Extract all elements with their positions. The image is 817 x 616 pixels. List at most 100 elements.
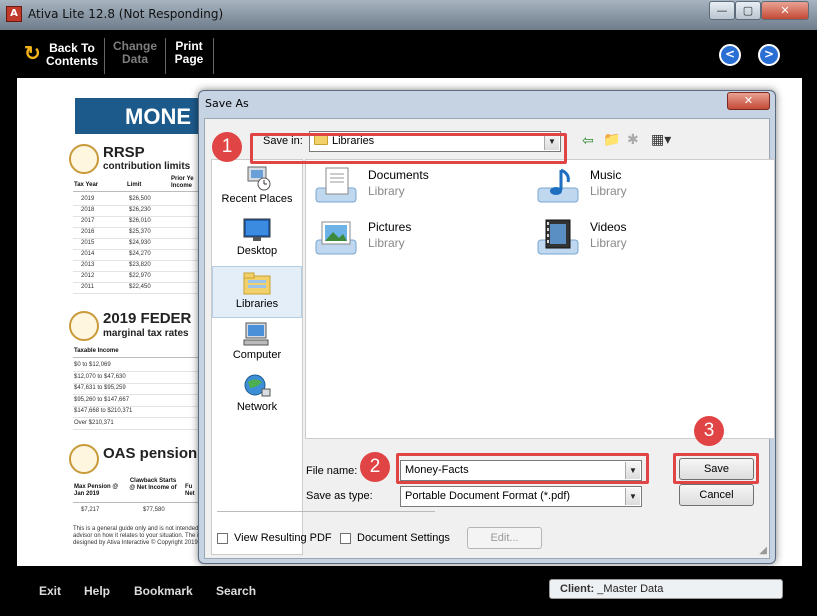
print-label-line2: Page (174, 52, 204, 66)
rrsp-year-cell: 2012 (81, 273, 95, 279)
rrsp-limit-cell: $24,270 (129, 251, 151, 257)
place-recent-places[interactable]: Recent Places (212, 162, 302, 214)
oas-col-clawback: Clawback Starts @ Net Income of (129, 478, 177, 491)
library-item-videos[interactable]: Videos Library (532, 216, 732, 262)
document-banner-text: MONE (125, 104, 191, 129)
change-data-button[interactable]: Change Data (110, 40, 160, 66)
federal-income-cell: $95,260 to $147,667 (74, 396, 130, 403)
client-indicator[interactable]: Client: _Master Data (549, 579, 783, 599)
edit-button[interactable]: Edit... (467, 527, 542, 549)
oas-col-full: Fu Net (185, 484, 195, 497)
toolbar-divider (165, 38, 166, 74)
library-item-pictures[interactable]: Pictures Library (310, 216, 510, 262)
search-button[interactable]: Search (216, 584, 256, 598)
divider (217, 511, 435, 512)
print-page-button[interactable]: Print Page (170, 40, 208, 66)
rrsp-col-year: Tax Year (74, 182, 99, 188)
chevron-down-icon: ▼ (625, 488, 640, 505)
rrsp-col-prior: Prior Ye Income (171, 176, 194, 189)
oas-title: OAS pension (103, 445, 198, 462)
oas-clawback-value: $77,580 (143, 507, 165, 513)
place-label: Recent Places (221, 193, 293, 205)
dialog-title: Save As (205, 97, 249, 110)
federal-title: 2019 FEDER (103, 310, 192, 327)
federal-subtitle: marginal tax rates (103, 328, 189, 339)
help-button[interactable]: Help (84, 584, 110, 598)
rrsp-row-rule (73, 205, 198, 206)
place-network[interactable]: Network (212, 370, 302, 422)
place-computer[interactable]: Computer (212, 318, 302, 370)
network-icon (244, 374, 271, 397)
back-label-line2: Contents (46, 54, 98, 68)
up-folder-icon[interactable]: 📁 (603, 132, 620, 148)
rrsp-limit-cell: $24,930 (129, 240, 151, 246)
close-window-button[interactable]: ✕ (761, 1, 809, 20)
resize-grip-icon[interactable]: ◢ (759, 545, 767, 556)
next-page-button[interactable]: > (758, 44, 780, 66)
rrsp-row-rule (73, 238, 198, 239)
back-to-contents-button[interactable]: ↻ Back To Contents (18, 40, 100, 70)
exit-button[interactable]: Exit (39, 584, 61, 598)
place-label: Libraries (235, 298, 279, 310)
save-as-type-value: Portable Document Format (*.pdf) (405, 490, 571, 502)
window-titlebar: A Ativa Lite 12.8 (Not Responding) — ▢ ✕ (0, 0, 817, 30)
place-desktop[interactable]: Desktop (212, 214, 302, 266)
toolbar-divider (213, 38, 214, 74)
document-settings-checkbox[interactable] (340, 533, 351, 544)
library-type: Library (368, 236, 405, 250)
maximize-button[interactable]: ▢ (735, 1, 761, 20)
client-label: Client: (560, 583, 595, 595)
desktop-icon (243, 218, 271, 241)
rrsp-year-cell: 2017 (81, 218, 95, 224)
federal-tax-icon (69, 311, 99, 341)
view-pdf-checkbox[interactable] (217, 533, 228, 544)
place-label: Desktop (236, 245, 278, 257)
rrsp-limit-cell: $26,230 (129, 207, 151, 213)
rrsp-header-rule (73, 191, 198, 192)
place-label: Computer (232, 349, 282, 361)
rrsp-year-cell: 2018 (81, 207, 95, 213)
callout-box-file-name (396, 453, 649, 484)
federal-row-rule (73, 394, 198, 395)
view-menu-icon[interactable]: ▦▾ (651, 132, 671, 148)
library-name: Music (590, 168, 622, 182)
library-type: Library (368, 184, 405, 198)
file-list: Documents Library Music Library Pictures… (305, 159, 775, 439)
back-icon[interactable]: ⇦ (582, 133, 594, 149)
rrsp-icon (69, 144, 99, 174)
back-arrow-icon: ↻ (24, 43, 41, 65)
library-name: Documents (368, 168, 429, 182)
rrsp-limit-cell: $26,500 (129, 196, 151, 202)
rrsp-limit-cell: $22,450 (129, 284, 151, 290)
library-item-documents[interactable]: Documents Library (310, 164, 510, 210)
federal-income-cell: $147,668 to $210,371 (74, 408, 133, 414)
rrsp-limit-cell: $23,820 (129, 262, 151, 268)
document-settings-label: Document Settings (357, 532, 450, 544)
app-icon: A (6, 6, 22, 22)
previous-page-button[interactable]: < (719, 44, 741, 66)
rrsp-row-rule (73, 293, 198, 294)
federal-row-rule (73, 371, 198, 372)
change-label-line2: Data (121, 52, 148, 66)
libraries-icon (243, 272, 271, 295)
federal-income-cell: $12,070 to $47,630 (74, 373, 126, 380)
new-folder-icon[interactable]: ✱ (627, 132, 639, 148)
rrsp-limit-cell: $26,010 (129, 218, 151, 224)
place-label: Network (236, 401, 278, 413)
rrsp-row-rule (73, 216, 198, 217)
file-name-label: File name: (306, 465, 358, 477)
oas-icon (69, 444, 99, 474)
library-name: Videos (590, 220, 627, 234)
rrsp-row-rule (73, 282, 198, 283)
cancel-button[interactable]: Cancel (679, 484, 754, 506)
bookmark-button[interactable]: Bookmark (134, 584, 193, 598)
disclaimer-line-1: This is a general guide only and is not … (73, 526, 216, 532)
save-as-dialog: Save As ✕ Save in: Libraries ▼ ⇦ 📁 ✱ ▦▾ … (198, 90, 776, 564)
library-item-music[interactable]: Music Library (532, 164, 732, 210)
place-libraries[interactable]: Libraries (212, 266, 302, 318)
rrsp-year-cell: 2016 (81, 229, 95, 235)
save-as-type-dropdown[interactable]: Portable Document Format (*.pdf) ▼ (400, 486, 642, 507)
minimize-button[interactable]: — (709, 1, 735, 20)
dialog-close-button[interactable]: ✕ (727, 92, 770, 110)
music-library-icon (537, 168, 579, 203)
